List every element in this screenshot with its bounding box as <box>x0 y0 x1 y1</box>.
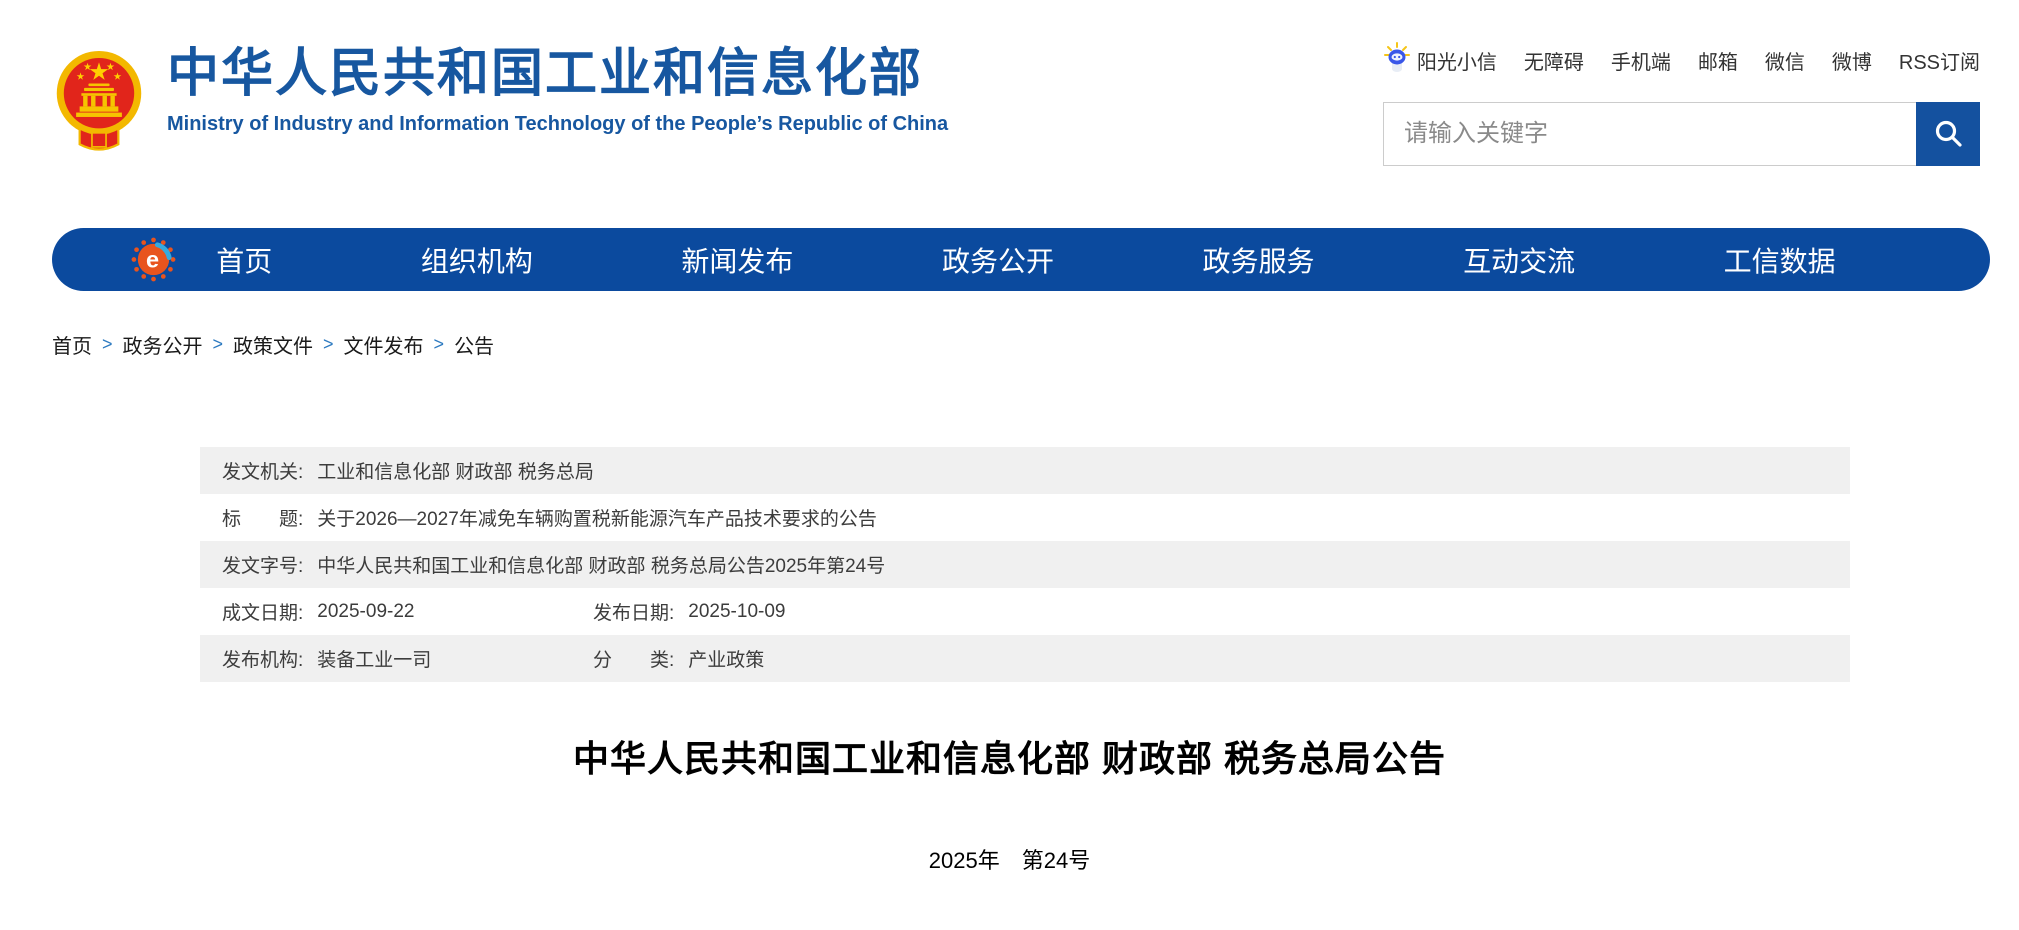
document-issue-number: 2025年 第24号 <box>0 843 2019 875</box>
breadcrumb-policy-documents[interactable]: 政策文件 <box>233 330 313 359</box>
meta-row-dates: 成文日期: 2025-09-22 发布日期: 2025-10-09 <box>200 588 1850 635</box>
nav-item-gov-disclosure[interactable]: 政务公开 <box>942 240 1054 280</box>
meta-row-document-number: 发文字号: 中华人民共和国工业和信息化部 财政部 税务总局公告2025年第24号 <box>200 541 1850 588</box>
utility-link-wechat[interactable]: 微信 <box>1765 46 1805 75</box>
meta-label: 发布机构: <box>222 645 303 672</box>
breadcrumb: 首页 > 政务公开 > 政策文件 > 文件发布 > 公告 <box>52 330 494 359</box>
meta-value: 装备工业一司 <box>317 645 431 672</box>
nav-items: 首页 组织机构 新闻发布 政务公开 政务服务 互动交流 工信数据 <box>142 228 1910 291</box>
breadcrumb-separator: > <box>323 334 334 355</box>
nav-item-miit-data[interactable]: 工信数据 <box>1724 240 1836 280</box>
meta-value: 产业政策 <box>688 645 764 672</box>
meta-label: 发文机关: <box>222 457 303 484</box>
utility-link-label: 阳光小信 <box>1417 46 1497 75</box>
search-button[interactable] <box>1916 102 1980 166</box>
utility-link-rss[interactable]: RSS订阅 <box>1899 46 1980 75</box>
breadcrumb-separator: > <box>102 334 113 355</box>
site-brand[interactable]: 中华人民共和国工业和信息化部 Ministry of Industry and … <box>55 40 948 164</box>
breadcrumb-separator: > <box>213 334 224 355</box>
meta-value: 关于2026—2027年减免车辆购置税新能源汽车产品技术要求的公告 <box>317 504 877 531</box>
nav-item-interaction[interactable]: 互动交流 <box>1463 240 1575 280</box>
nav-item-gov-services[interactable]: 政务服务 <box>1203 240 1315 280</box>
meta-value: 2025-09-22 <box>317 601 414 623</box>
utility-link-sunshine-assistant[interactable]: 阳光小信 <box>1383 42 1497 78</box>
meta-label: 分 类: <box>593 645 674 672</box>
utility-link-mail[interactable]: 邮箱 <box>1698 46 1738 75</box>
national-emblem-icon <box>55 40 143 164</box>
meta-row-issuing-authority: 发文机关: 工业和信息化部 财政部 税务总局 <box>200 447 1850 494</box>
search-icon <box>1932 117 1964 152</box>
site-title-en: Ministry of Industry and Information Tec… <box>167 113 948 136</box>
utility-links: 阳光小信 无障碍 手机端 邮箱 微信 微博 RSS订阅 <box>1383 42 1980 78</box>
nav-item-news[interactable]: 新闻发布 <box>681 240 793 280</box>
breadcrumb-document-release[interactable]: 文件发布 <box>344 330 424 359</box>
utility-link-mobile[interactable]: 手机端 <box>1611 46 1671 75</box>
main-nav: e 首页 组织机构 新闻发布 政务公开 政务服务 互动交流 工信数据 <box>52 228 1990 291</box>
meta-label: 标 题: <box>222 504 303 531</box>
document-meta-table: 发文机关: 工业和信息化部 财政部 税务总局 标 题: 关于2026—2027年… <box>200 447 1850 682</box>
meta-row-publisher-category: 发布机构: 装备工业一司 分 类: 产业政策 <box>200 635 1850 682</box>
nav-item-home[interactable]: 首页 <box>216 240 272 280</box>
meta-label: 成文日期: <box>222 598 303 625</box>
breadcrumb-separator: > <box>434 334 445 355</box>
search-input[interactable] <box>1383 102 1916 166</box>
meta-value: 中华人民共和国工业和信息化部 财政部 税务总局公告2025年第24号 <box>317 551 885 578</box>
nav-item-organization[interactable]: 组织机构 <box>421 240 533 280</box>
meta-value: 2025-10-09 <box>688 601 785 623</box>
breadcrumb-gov-disclosure[interactable]: 政务公开 <box>123 330 203 359</box>
breadcrumb-announcement[interactable]: 公告 <box>454 330 494 359</box>
utility-link-weibo[interactable]: 微博 <box>1832 46 1872 75</box>
document-title: 中华人民共和国工业和信息化部 财政部 税务总局公告 <box>0 730 2019 782</box>
meta-value: 工业和信息化部 财政部 税务总局 <box>317 457 594 484</box>
meta-label: 发文字号: <box>222 551 303 578</box>
utility-link-accessibility[interactable]: 无障碍 <box>1524 46 1584 75</box>
meta-label: 发布日期: <box>593 598 674 625</box>
search-bar <box>1383 102 1980 166</box>
meta-row-title: 标 题: 关于2026—2027年减免车辆购置税新能源汽车产品技术要求的公告 <box>200 494 1850 541</box>
breadcrumb-home[interactable]: 首页 <box>52 330 92 359</box>
site-title-cn: 中华人民共和国工业和信息化部 <box>167 46 948 103</box>
robot-assistant-icon <box>1383 42 1411 78</box>
brand-text: 中华人民共和国工业和信息化部 Ministry of Industry and … <box>167 40 948 136</box>
